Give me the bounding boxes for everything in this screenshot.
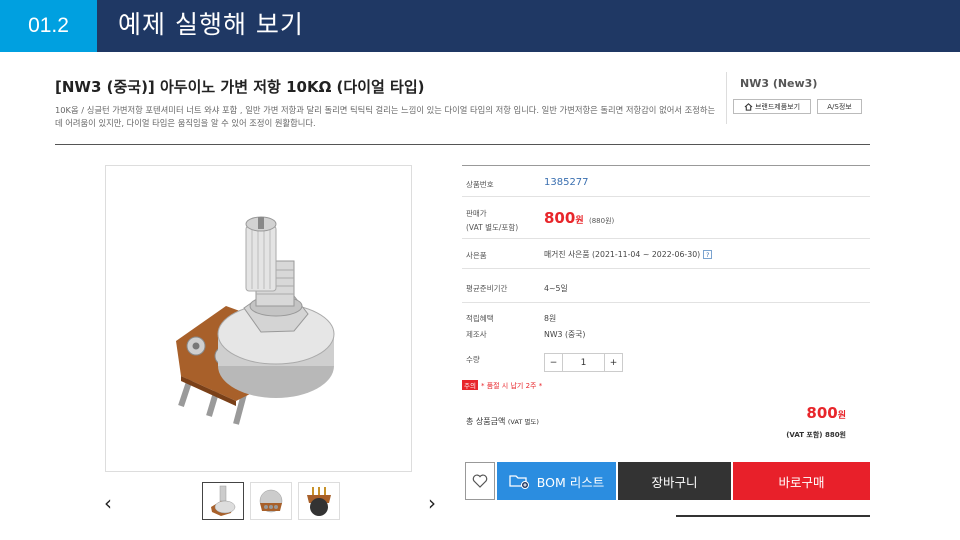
points-label: 적립혜택 bbox=[466, 314, 494, 323]
points-value: 8원 bbox=[544, 314, 557, 323]
info-top-divider bbox=[462, 165, 870, 166]
brand-divider bbox=[726, 72, 727, 124]
notice-badge: 주의 bbox=[462, 380, 478, 390]
product-code: 1385277 bbox=[544, 177, 589, 188]
potentiometer-image bbox=[176, 216, 335, 425]
total-price: 800원 bbox=[806, 404, 846, 422]
thumbnail-image bbox=[307, 487, 331, 516]
lead-time-label: 평균준비기간 bbox=[466, 284, 508, 293]
notice-text: * 품절 시 납기 2주 * bbox=[480, 382, 543, 390]
buy-now-button[interactable]: 바로구매 bbox=[733, 462, 870, 500]
gallery-next-button[interactable]: › bbox=[422, 490, 442, 516]
total-label-sub: (VAT 별도) bbox=[507, 418, 539, 426]
total-price-vat: (VAT 포함) 880원 bbox=[786, 431, 846, 439]
thumbnail-1[interactable] bbox=[202, 482, 244, 520]
row-divider bbox=[462, 302, 870, 303]
gallery-prev-button[interactable]: ‹ bbox=[98, 490, 118, 516]
maker-label: 제조사 bbox=[466, 330, 487, 339]
price-value: 800원 bbox=[544, 209, 584, 227]
slide-number: 01.2 bbox=[0, 0, 97, 52]
product-description: 10K옴 / 싱글턴 가변저항 포텐셔미터 너트 와샤 포함 , 일반 가변 저… bbox=[55, 105, 716, 128]
help-icon[interactable]: ? bbox=[703, 250, 713, 259]
lead-time-value: 4~5일 bbox=[544, 284, 568, 293]
brand-name: NW3 (New3) bbox=[740, 77, 818, 90]
folder-add-icon bbox=[509, 475, 529, 489]
title-divider bbox=[55, 144, 870, 145]
quantity-stepper: − 1 + bbox=[544, 353, 623, 372]
gift-text: 매거진 사은품 (2021-11-04 ~ 2022-06-30) bbox=[544, 250, 701, 259]
quantity-plus-button[interactable]: + bbox=[604, 353, 623, 372]
bottom-divider bbox=[676, 515, 870, 517]
thumbnail-3[interactable] bbox=[298, 482, 340, 520]
bom-list-label: BOM 리스트 bbox=[536, 474, 605, 490]
thumbnail-image bbox=[211, 485, 236, 516]
maker-value: NW3 (중국) bbox=[544, 330, 586, 339]
row-divider bbox=[462, 196, 870, 197]
bom-list-button[interactable]: BOM 리스트 bbox=[497, 462, 616, 500]
wishlist-button[interactable] bbox=[465, 462, 495, 500]
product-title: [NW3 (중국)] 아두이노 가변 저항 10KΩ (다이얼 타입) bbox=[55, 78, 425, 96]
total-price-unit: 원 bbox=[837, 411, 846, 421]
slide-header: 01.2 예제 실행해 보기 bbox=[0, 0, 960, 52]
thumbnail-image bbox=[259, 489, 283, 513]
row-divider bbox=[462, 268, 870, 269]
gift-label: 사은품 bbox=[466, 251, 487, 260]
row-divider bbox=[462, 238, 870, 239]
as-info-button[interactable]: A/S정보 bbox=[817, 99, 862, 114]
price-unit: 원 bbox=[575, 216, 584, 226]
brand-products-label: 브랜드제품보기 bbox=[754, 102, 801, 111]
as-info-label: A/S정보 bbox=[827, 102, 852, 111]
total-label-text: 총 상품금액 bbox=[466, 417, 506, 426]
gift-value: 매거진 사은품 (2021-11-04 ~ 2022-06-30)? bbox=[544, 249, 713, 260]
price-amount: 800 bbox=[544, 209, 576, 227]
price-label-vat: (VAT 별도/포함) bbox=[466, 223, 519, 232]
slide-title: 예제 실행해 보기 bbox=[118, 10, 304, 39]
total-price-amount: 800 bbox=[806, 404, 838, 422]
price-vat: (880원) bbox=[589, 217, 615, 225]
brand-products-button[interactable]: 브랜드제품보기 bbox=[733, 99, 811, 114]
quantity-label: 수량 bbox=[466, 355, 480, 364]
thumbnail-2[interactable] bbox=[250, 482, 292, 520]
total-label: 총 상품금액 (VAT 별도) bbox=[466, 416, 539, 427]
home-icon bbox=[744, 102, 753, 111]
price-label: 판매가 bbox=[466, 209, 487, 218]
cart-button[interactable]: 장바구니 bbox=[618, 462, 731, 500]
product-code-label: 상품번호 bbox=[466, 180, 494, 189]
heart-icon bbox=[472, 474, 488, 488]
product-image bbox=[105, 165, 412, 472]
quantity-minus-button[interactable]: − bbox=[544, 353, 563, 372]
stock-notice: 주의 * 품절 시 납기 2주 * bbox=[462, 380, 542, 391]
quantity-input[interactable]: 1 bbox=[563, 353, 604, 372]
